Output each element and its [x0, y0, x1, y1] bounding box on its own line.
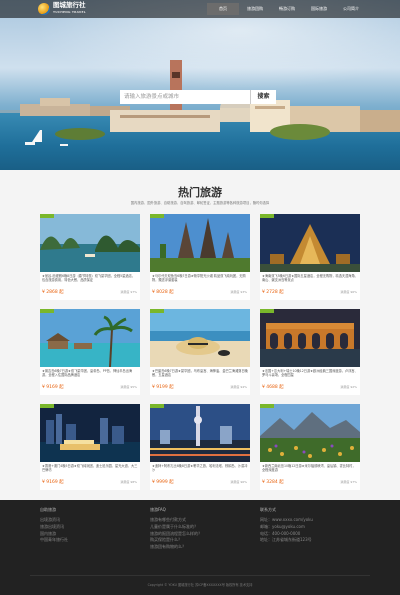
card-rating: 满意度 97%: [120, 290, 137, 294]
card-rating: 满意度 92%: [340, 385, 357, 389]
halong-bay-image: [40, 214, 140, 272]
footer-divider: [30, 575, 370, 576]
nav-item-booking[interactable]: 畅游订购: [271, 3, 303, 15]
card-price: ¥ 9169 起: [42, 385, 64, 390]
card-rating: 满意度 98%: [120, 480, 137, 484]
footer-contact-email[interactable]: 邮箱：yoku@yoku.com: [260, 524, 313, 531]
card-description: ★普吉岛6晚7日游★双飞豪华团，皇帝岛、PP岛、神仙半岛出海游，全程入住国际品牌…: [42, 369, 133, 378]
card-price: ¥ 9999 起: [152, 480, 174, 485]
card-rating: 满意度 97%: [340, 480, 357, 484]
footer-col-faq: 旅游FAQ 旅游有哪些付款方式 儿童价是属于什么标准的？ 旅游的报团流程是怎么样…: [150, 507, 202, 551]
card-price: ¥ 8028 起: [152, 290, 174, 295]
footer-link[interactable]: 旅游团有购物的么？: [150, 544, 202, 551]
card-tag: [150, 404, 164, 408]
night-temple-image: [260, 214, 360, 272]
card-description: ★马尔代夫双鱼岛6晚7日游★畅享阳光沙滩 精品双飞纯玩团，无购物，赠送浮潜套装: [152, 274, 246, 283]
search-input[interactable]: 请输入旅游景点或城市: [120, 90, 250, 104]
tour-card[interactable]: ★海南双飞5晚6日游★国际五星酒店，全程无购物，精选天涯海角、南山、蜈支洲岛等景…: [260, 214, 360, 300]
beach-huts-image: [40, 309, 140, 367]
main-nav: 首页 旅游团购 畅游订购 国际旅游 公司简介: [207, 3, 367, 15]
search-button[interactable]: 搜索: [250, 90, 276, 104]
flower-field-image: [260, 404, 360, 462]
brand-sub: TUCHENG TRAVEL: [53, 10, 86, 14]
card-description: ★新西兰南北岛10晚12日游★米尔福德峡湾、皇后镇、霍比特村，全程深度游: [262, 464, 356, 473]
card-tag: [40, 214, 54, 218]
section-subtitle: 国内旅游、国外旅游、自助旅游、自驾旅游、邮轮签证、主题旅游等各种旅游项目，随时你…: [130, 201, 270, 205]
temple-image: [150, 214, 250, 272]
tour-card[interactable]: ★新西兰南北岛10晚12日游★米尔福德峡湾、皇后镇、霍比特村，全程深度游 ¥ 3…: [260, 404, 360, 490]
tour-card[interactable]: ★巴厘岛6晚7日游★豪华团，乌布皇宫、海神庙、金巴兰海滩落日晚餐，五星酒店 ¥ …: [150, 309, 250, 395]
tour-card[interactable]: ★法国+意大利+瑞士10晚12日游★欧洲经典三国深度游，卢浮宫、罗马斗兽场，全程…: [260, 309, 360, 395]
logo-text: 图城旅行社 TUCHENG TRAVEL: [53, 2, 86, 16]
card-tag: [260, 404, 274, 408]
card-rating: 满意度 96%: [340, 290, 357, 294]
nav-item-group-buy[interactable]: 旅游团购: [239, 3, 271, 15]
aqueduct-image: [260, 309, 360, 367]
card-description: ★迪拜+阿布扎比6晚8日游★奢华之旅，哈利法塔、棕榈岛、沙漠冲沙: [152, 464, 248, 473]
card-rating: 满意度 93%: [230, 290, 247, 294]
footer-link[interactable]: 旅游有哪些付款方式: [150, 517, 202, 524]
footer-col-self-travel: 自助旅游 出境游资讯 旅游出境资讯 国内旅游 中国青年旅行社: [40, 507, 68, 544]
card-description: ★法国+意大利+瑞士10晚12日游★欧洲经典三国深度游，卢浮宫、罗马斗兽场，全程…: [262, 369, 358, 378]
card-price: ¥ 4688 起: [262, 385, 284, 390]
footer-heading: 自助旅游: [40, 507, 56, 512]
footer-contact-address: 地址：江苏省城东街道123号: [260, 537, 312, 543]
footer-link[interactable]: 出境游资讯: [40, 517, 68, 524]
card-tag: [150, 214, 164, 218]
tour-card[interactable]: ★普吉岛6晚7日游★双飞豪华团，皇帝岛、PP岛、神仙半岛出海游，全程入住国际品牌…: [40, 309, 140, 395]
venice-skyline-image: [0, 60, 400, 146]
card-tag: [40, 404, 54, 408]
card-rating: 满意度 95%: [120, 385, 137, 389]
top-navigation-bar: 图城旅行社 TUCHENG TRAVEL 首页 旅游团购 畅游订购 国际旅游 公…: [0, 0, 400, 18]
card-description: ★香港+澳门4晚5日游★双飞纯玩团，迪士尼乐园、星光大道、大三巴牌坊: [42, 464, 138, 473]
footer-col-contact: 联系方式 网址：www.xxxx.com/yoku 邮箱：yoku@yoku.c…: [260, 507, 313, 544]
card-price: ¥ 2728 起: [262, 290, 284, 295]
card-rating: 满意度 94%: [230, 385, 247, 389]
nav-item-home[interactable]: 首页: [207, 3, 239, 15]
tour-card[interactable]: ★曼谷-芭堤雅6晚8日游（春节特惠）双飞豪华团，全程5星酒店，包含旅游费用，特色…: [40, 214, 140, 300]
card-description: ★海南双飞5晚6日游★国际五星酒店，全程无购物，精选天涯海角、南山、蜈支洲岛等景…: [262, 274, 358, 283]
card-description: ★曼谷-芭堤雅6晚8日游（春节特惠）双飞豪华团，全程5星酒店，包含旅游费用，特色…: [42, 274, 135, 283]
card-price: ¥ 3284 起: [262, 480, 284, 485]
section-title: 热门旅游: [178, 186, 222, 199]
card-price: ¥ 9199 起: [152, 385, 174, 390]
card-price: ¥ 2868 起: [42, 290, 64, 295]
footer: 自助旅游 出境游资讯 旅游出境资讯 国内旅游 中国青年旅行社 旅游FAQ 旅游有…: [0, 500, 400, 595]
footer-link[interactable]: 旅游出境资讯: [40, 524, 68, 531]
nav-item-international[interactable]: 国际旅游: [303, 3, 335, 15]
nav-item-about[interactable]: 公司简介: [335, 3, 367, 15]
tour-card[interactable]: ★迪拜+阿布扎比6晚8日游★奢华之旅，哈利法塔、棕榈岛、沙漠冲沙 ¥ 9999 …: [150, 404, 250, 490]
card-rating: 满意度 96%: [230, 480, 247, 484]
copyright: Copyright © YOKU 图城旅行社 苏ICP备XXXXXXX号 版权所…: [147, 583, 253, 587]
logo[interactable]: 图城旅行社 TUCHENG TRAVEL: [38, 2, 98, 16]
city-tower-image: [150, 404, 250, 462]
footer-link[interactable]: 中国青年旅行社: [40, 537, 68, 544]
card-description: ★巴厘岛6晚7日游★豪华团，乌布皇宫、海神庙、金巴兰海滩落日晚餐，五星酒店: [152, 369, 248, 378]
footer-link[interactable]: 儿童价是属于什么标准的？: [150, 524, 202, 531]
card-price: ¥ 9169 起: [42, 480, 64, 485]
card-tag: [260, 214, 274, 218]
page: 图城旅行社 TUCHENG TRAVEL 首页 旅游团购 畅游订购 国际旅游 公…: [0, 0, 400, 595]
globe-logo-icon: [38, 3, 50, 15]
footer-heading: 旅游FAQ: [150, 507, 166, 512]
footer-heading: 联系方式: [260, 507, 276, 512]
tour-card[interactable]: ★香港+澳门4晚5日游★双飞纯玩团，迪士尼乐园、星光大道、大三巴牌坊 ¥ 916…: [40, 404, 140, 490]
brand-name: 图城旅行社: [53, 1, 86, 9]
tour-card[interactable]: ★马尔代夫双鱼岛6晚7日游★畅享阳光沙滩 精品双飞纯玩团，无购物，赠送浮潜套装 …: [150, 214, 250, 300]
search-bar: 请输入旅游景点或城市 搜索: [120, 90, 276, 104]
hero-banner: 图城旅行社 TUCHENG TRAVEL 首页 旅游团购 畅游订购 国际旅游 公…: [0, 0, 400, 170]
beach-hat-image: [150, 309, 250, 367]
card-tag: [150, 309, 164, 313]
card-tag: [40, 309, 54, 313]
footer-contact-web: 网址：www.xxxx.com/yoku: [260, 517, 313, 522]
card-tag: [260, 309, 274, 313]
harbor-night-image: [40, 404, 140, 462]
